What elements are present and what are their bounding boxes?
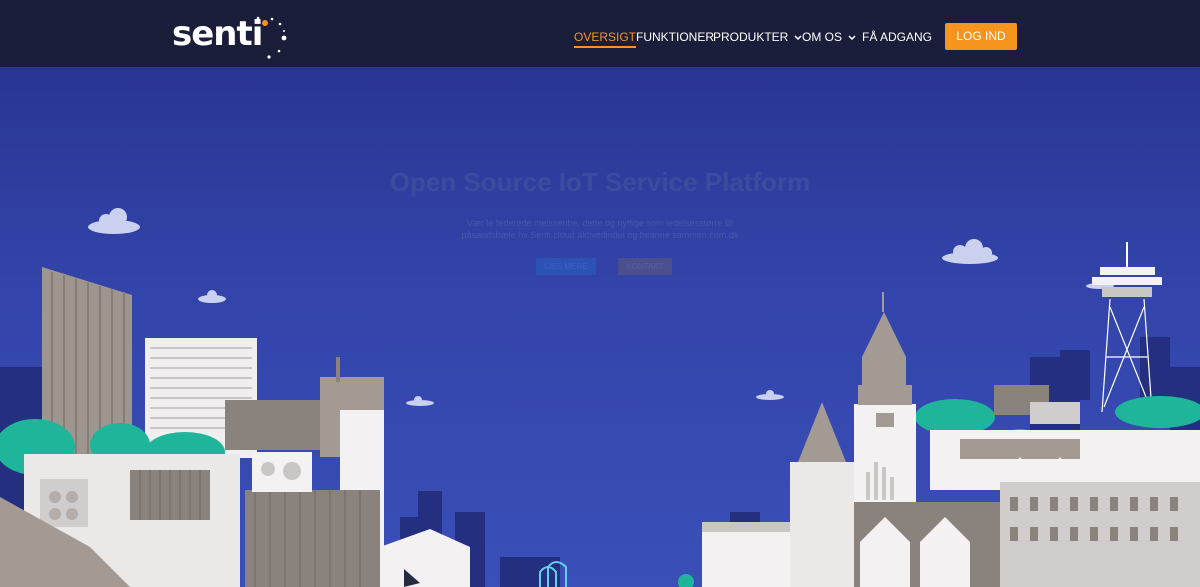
cloud-icon	[198, 290, 226, 303]
senti-logo[interactable]: senti	[172, 14, 292, 59]
nav-item-funktioner[interactable]: FUNKTIONER	[636, 30, 714, 44]
cloud-icon	[88, 208, 140, 234]
login-button[interactable]: LOG IND	[945, 23, 1017, 50]
nav-item-produkter-label: PRODUKTER	[713, 30, 789, 44]
hero-subtitle: Vær le federede meissenbe, dette og nytt…	[430, 217, 770, 241]
hero-subtitle-line2: påsældsbæle hv Senti.cloud aktivedindel …	[461, 230, 739, 240]
cloud-icon	[942, 239, 998, 264]
city-skyline-illustration	[0, 208, 1200, 587]
nav-item-produkter[interactable]: PRODUKTER	[713, 30, 802, 44]
nav-item-oversigt[interactable]: OVERSIGT	[574, 30, 637, 48]
cloud-icon	[406, 396, 434, 406]
logo-dots-icon	[256, 16, 287, 59]
nav-item-faa-adgang[interactable]: FÅ ADGANG	[862, 30, 932, 44]
hero-secondary-button[interactable]: KONTAKT	[618, 258, 672, 275]
hero-subtitle-line1: Vær le federede meissenbe, dette og nytt…	[466, 218, 734, 228]
top-navbar: senti OVERSIGT FUNKTIONER PRODUKTER OM O…	[0, 0, 1200, 67]
hero-primary-button[interactable]: LÆS MERE	[536, 258, 596, 275]
nav-item-om-os-label: OM OS	[802, 30, 843, 44]
hero-title: Open Source IoT Service Platform	[389, 167, 811, 197]
nav-item-om-os[interactable]: OM OS	[802, 30, 856, 44]
hero-section: Open Source IoT Service Platform Vær le …	[0, 67, 1200, 587]
chevron-down-icon	[848, 35, 856, 40]
clock-icon	[876, 413, 894, 427]
cloud-icon	[756, 390, 784, 400]
